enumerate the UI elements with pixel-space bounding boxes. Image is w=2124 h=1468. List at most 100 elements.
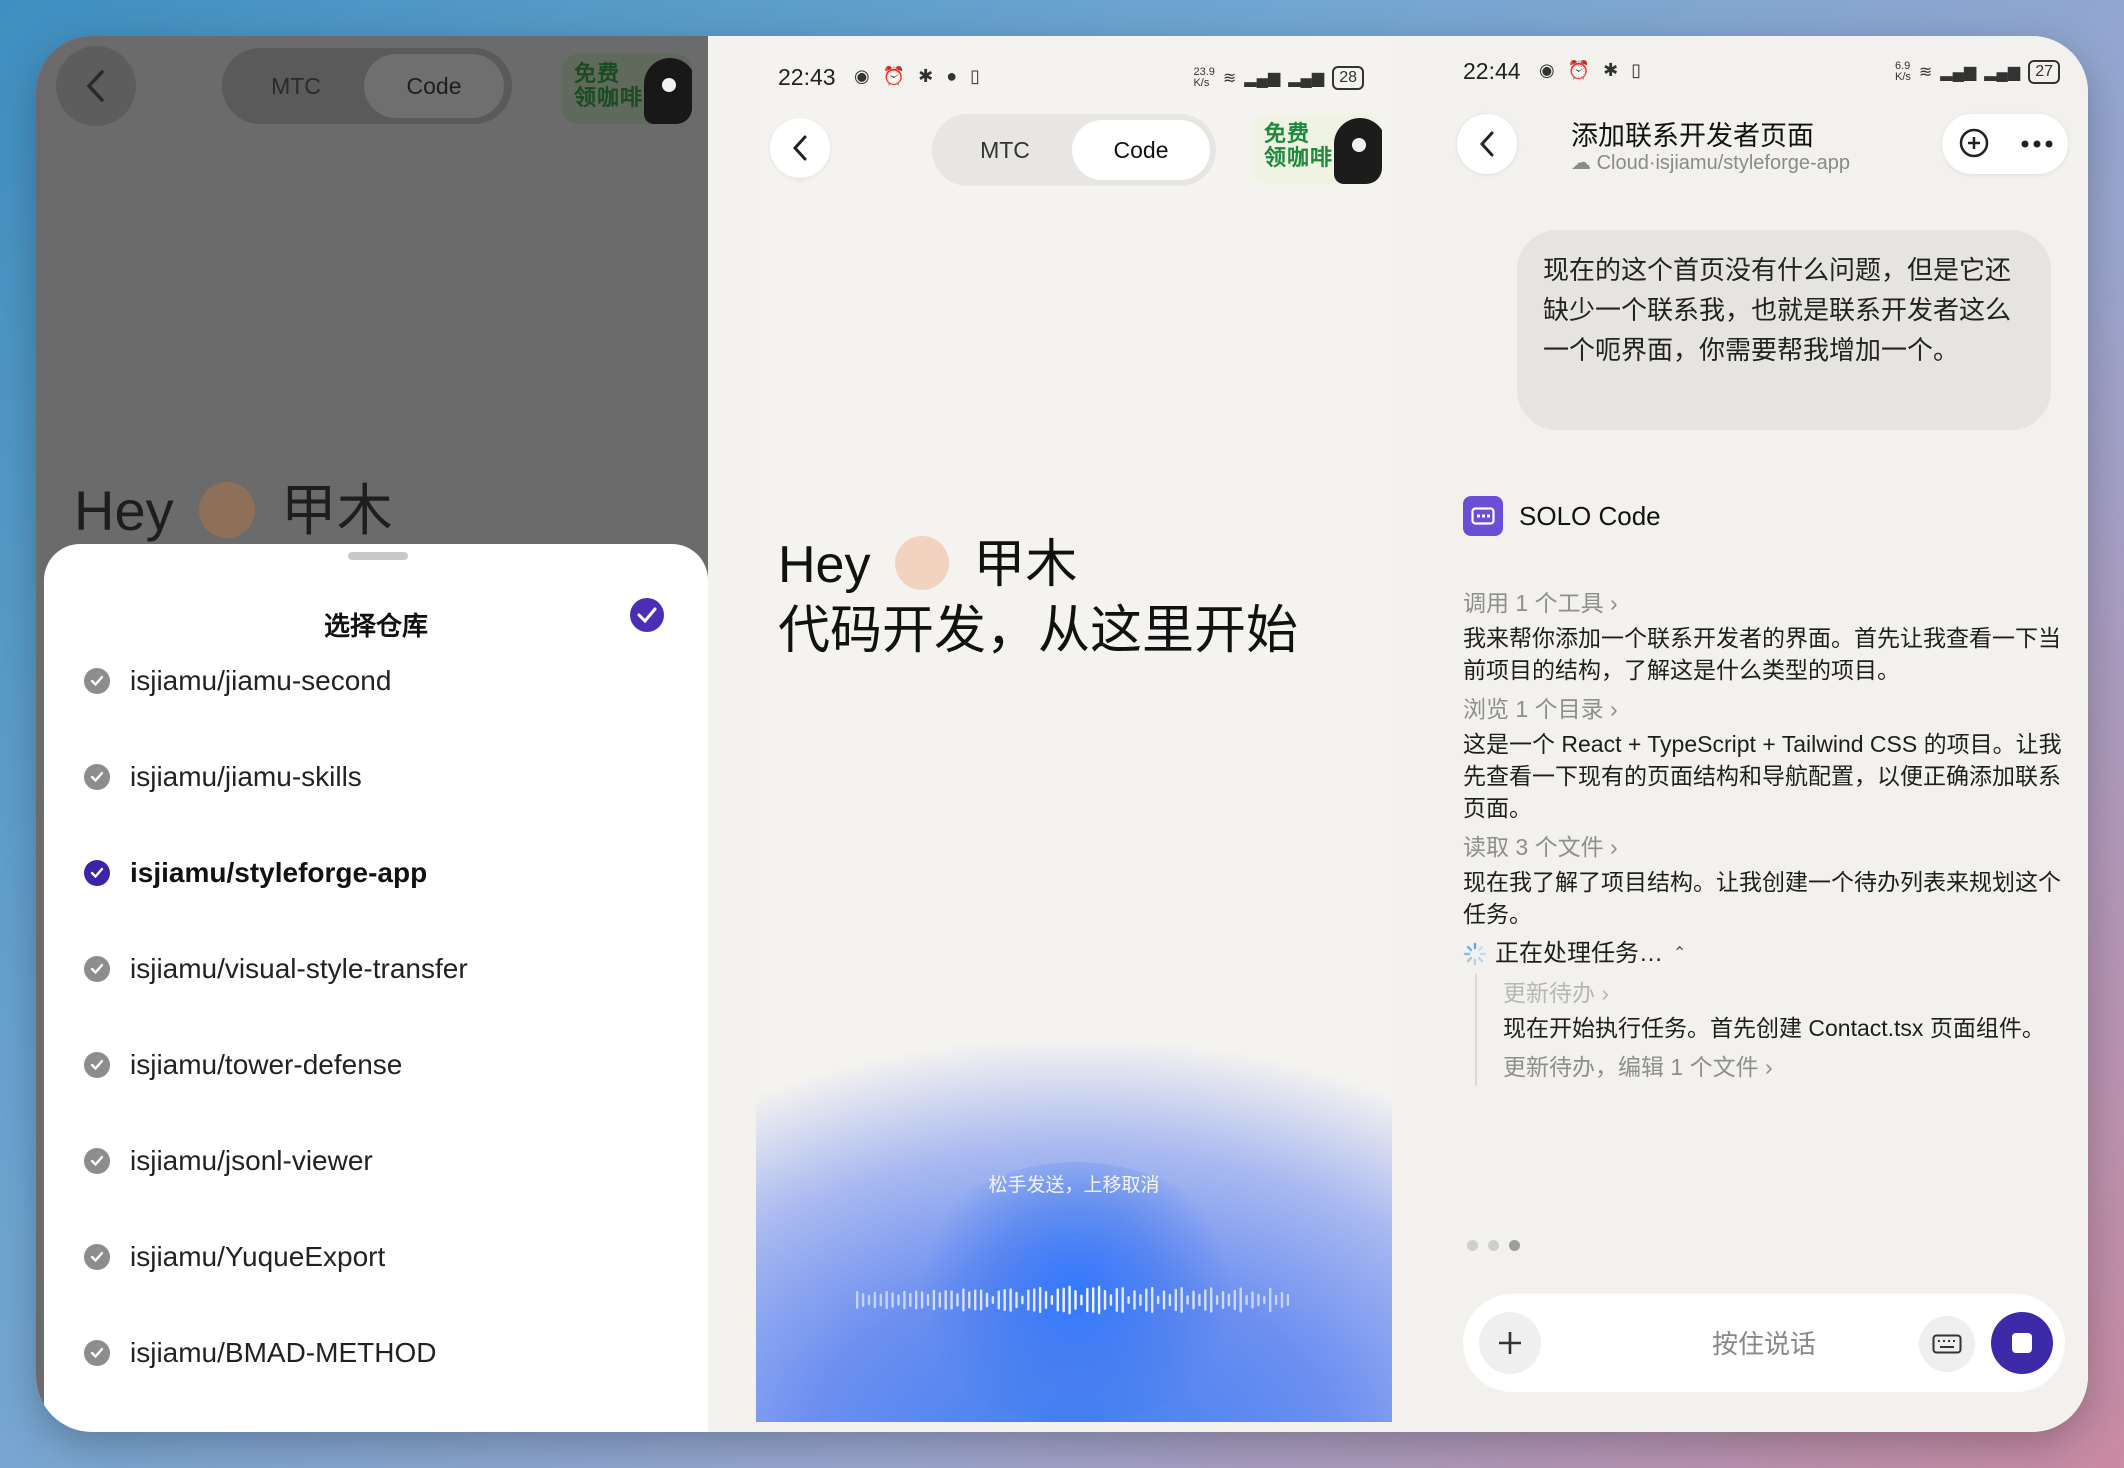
wave-bar (1180, 1287, 1183, 1313)
wave-bar (1086, 1287, 1089, 1313)
check-icon (84, 1148, 110, 1174)
wave-bar (1080, 1294, 1083, 1306)
wave-bar (1156, 1295, 1160, 1305)
wave-bar (1186, 1295, 1189, 1305)
wave-bar (897, 1294, 900, 1306)
wave-bar (1239, 1287, 1242, 1313)
wave-emoji-icon (894, 536, 949, 590)
repo-item[interactable]: isjiamu/jsonl-viewer (84, 1136, 373, 1186)
sheet-title: 选择仓库 (323, 611, 428, 641)
sheet-drag-handle[interactable] (348, 552, 408, 560)
mode-toggle: MTC Code (222, 48, 512, 124)
typing-indicator (1467, 1240, 1520, 1251)
new-chat-icon[interactable] (1957, 127, 1991, 161)
battery-level: 27 (2028, 60, 2060, 84)
tab-code[interactable]: Code (1072, 120, 1210, 180)
wave-bar (1215, 1295, 1219, 1305)
wave-bar (1092, 1287, 1095, 1313)
signal-icon: ▂▄▆ (1244, 70, 1281, 87)
tab-mtc[interactable]: MTC (228, 54, 364, 118)
repo-item[interactable]: isjiamu/styleforge-app (84, 848, 427, 898)
tab-code[interactable]: Code (364, 54, 504, 118)
wave-bar (1074, 1290, 1077, 1310)
wave-bar (1145, 1288, 1148, 1312)
chevron-left-icon (86, 70, 104, 102)
wifi-icon: ≋ (1918, 64, 1933, 81)
spinner-icon (1463, 942, 1487, 966)
repo-item[interactable]: isjiamu/jiamu-skills (84, 752, 362, 802)
wave-bar (962, 1288, 965, 1312)
keyboard-toggle-button[interactable] (1919, 1316, 1975, 1372)
dimmed-background: MTC Code 免费 领咖啡 Hey 甲木 (36, 36, 708, 556)
screenshot-frame: MTC Code 免费 领咖啡 Hey 甲木 选择仓库 isjiamu/jiamu… (36, 36, 2088, 1432)
repo-item[interactable]: isjiamu/YuqueExport (84, 1232, 385, 1282)
status-bar: 22:43 ◉ ⏰ ✱ ● ▯ 23.9 K/s ≋ ▂▄▆ ▂▄▆ 28 (756, 64, 1392, 98)
confirm-check-icon[interactable] (630, 598, 664, 632)
check-icon (84, 1340, 110, 1366)
wave-bar (915, 1290, 918, 1310)
wave-bar (1210, 1287, 1213, 1313)
net-speed: 6.9 K/s (1894, 60, 1911, 83)
promo-badge[interactable]: 免费 领咖啡 (562, 54, 692, 124)
wave-bar (867, 1294, 871, 1306)
wave-bar (1198, 1293, 1201, 1307)
tool-call-summary[interactable]: 读取 3 个文件 › (1463, 828, 2063, 866)
check-icon (84, 956, 110, 982)
wave-bar (1263, 1296, 1266, 1304)
wave-bar (1115, 1288, 1118, 1312)
wave-bar (1062, 1287, 1065, 1313)
stop-button[interactable] (1991, 1312, 2053, 1374)
voice-input-panel: 22:43 ◉ ⏰ ✱ ● ▯ 23.9 K/s ≋ ▂▄▆ ▂▄▆ 28 MT… (756, 42, 1392, 1422)
repo-item[interactable]: isjiamu/tower-defense (84, 1040, 402, 1090)
repo-name: isjiamu/visual-style-transfer (130, 953, 468, 984)
wave-bar (1162, 1290, 1166, 1310)
back-button[interactable] (770, 118, 830, 178)
tab-mtc[interactable]: MTC (938, 120, 1072, 180)
tool-call-summary[interactable]: 调用 1 个工具 › (1463, 584, 2063, 622)
typing-dot (1488, 1240, 1499, 1251)
check-icon (84, 668, 110, 694)
status-time: 22:44 (1463, 58, 1521, 84)
composer: 按住说话 (1463, 1294, 2065, 1392)
agent-message: 这是一个 React + TypeScript + Tailwind CSS 的… (1463, 731, 2062, 821)
wave-bar (1068, 1285, 1071, 1315)
wave-bar (926, 1293, 930, 1307)
tool-call-summary[interactable]: 浏览 1 个目录 › (1463, 690, 2063, 728)
wave-bar (1021, 1295, 1024, 1305)
wave-bar (1015, 1291, 1018, 1309)
tool-call-summary[interactable]: 更新待办 › (1503, 974, 2063, 1012)
expand-toggle-icon[interactable]: ⌃ (1673, 934, 1686, 974)
repo-item[interactable]: isjiamu/jiamu-second (84, 656, 391, 706)
check-icon (84, 1052, 110, 1078)
hero-tagline: 代码开发，从这里开始 (778, 602, 1299, 660)
repo-name: isjiamu/YuqueExport (130, 1241, 386, 1272)
wave-bar (879, 1293, 882, 1307)
wave-bar (991, 1296, 995, 1304)
wave-bar (968, 1291, 971, 1309)
wave-bar (1009, 1288, 1012, 1312)
wave-bar (873, 1291, 877, 1309)
wave-bar (1103, 1290, 1107, 1310)
wave-bar (1127, 1296, 1130, 1304)
battery-level: 28 (1332, 66, 1364, 90)
release-hint: 松手发送，上移取消 (988, 1175, 1160, 1196)
repo-item[interactable]: isjiamu/visual-style-transfer (84, 944, 468, 994)
keyboard-icon (1932, 1334, 1962, 1354)
repo-item[interactable]: isjiamu/BMAD-METHOD (84, 1328, 436, 1378)
more-icon[interactable] (2020, 139, 2054, 149)
repo-path: Cloud·isjiamu/styleforge-app (1596, 152, 1851, 174)
header-actions (1942, 114, 2068, 174)
back-button[interactable] (1457, 114, 1517, 174)
user-message-bubble: 现在的这个首页没有什么问题，但是它还缺少一个联系我，也就是联系开发者这么一个呃界… (1517, 230, 2051, 430)
processing-status[interactable]: 正在处理任务… ⌃ (1463, 934, 2063, 974)
hero-name: 甲木 (973, 536, 1078, 594)
agent-message: 我来帮你添加一个联系开发者的界面。首先让我查看一下当前项目的结构，了解这是什么类… (1463, 625, 2061, 683)
wave-bar (885, 1290, 888, 1310)
processing-label: 正在处理任务… (1495, 940, 1663, 967)
promo-badge[interactable]: 免费 领咖啡 (1252, 114, 1382, 184)
repo-name: isjiamu/jsonl-viewer (130, 1145, 373, 1176)
agent-steps: 调用 1 个工具 › 我来帮你添加一个联系开发者的界面。首先让我查看一下当前项目的… (1463, 584, 2063, 1086)
repo-name: isjiamu/jiamu-skills (130, 761, 362, 792)
tool-call-summary[interactable]: 更新待办，编辑 1 个文件 › (1503, 1048, 2063, 1086)
back-button[interactable] (56, 46, 136, 126)
